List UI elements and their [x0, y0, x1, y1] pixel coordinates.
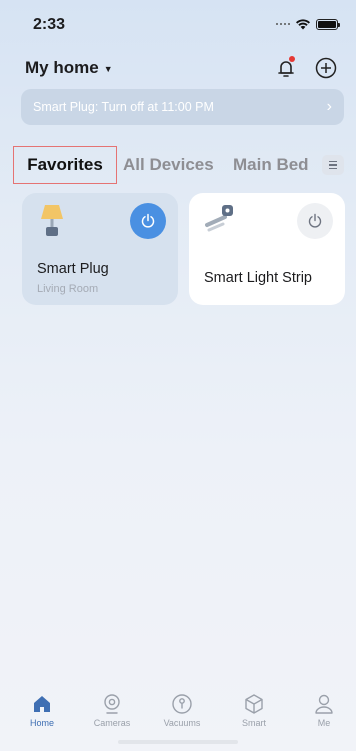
device-room: Living Room: [37, 283, 99, 295]
nav-cameras[interactable]: Cameras: [82, 693, 142, 728]
notification-dot: [289, 56, 295, 62]
wifi-icon: [296, 19, 310, 30]
home-selector[interactable]: My home ▼: [25, 58, 113, 78]
device-card-smart-plug[interactable]: Smart Plug Living Room: [22, 193, 178, 305]
light-strip-icon: [205, 205, 233, 232]
device-name: Smart Light Strip: [204, 270, 312, 286]
cube-icon: [245, 694, 263, 714]
lamp-icon: [41, 205, 63, 236]
tabs-menu-button[interactable]: [322, 155, 344, 175]
schedule-banner[interactable]: Smart Plug: Turn off at 11:00 PM ›: [21, 89, 344, 125]
device-card-smart-light-strip[interactable]: Smart Light Strip: [189, 193, 345, 305]
camera-icon: [104, 694, 120, 714]
status-icons: [276, 18, 340, 30]
caret-down-icon: ▼: [103, 64, 113, 74]
status-bar: 2:33: [0, 0, 356, 44]
notifications-button[interactable]: [274, 56, 298, 80]
plus-circle-icon: [315, 57, 337, 79]
nav-label: Home: [29, 718, 54, 728]
add-device-button[interactable]: [314, 56, 338, 80]
power-toggle-smart-light-strip[interactable]: [297, 203, 333, 239]
nav-home[interactable]: Home: [12, 693, 72, 728]
power-icon: [308, 213, 322, 228]
nav-label: Smart: [241, 718, 266, 728]
home-icon: [34, 696, 50, 712]
home-title: My home: [25, 58, 99, 77]
banner-text: Smart Plug: Turn off at 11:00 PM: [33, 100, 214, 114]
device-name: Smart Plug: [37, 261, 109, 277]
chevron-right-icon: ›: [326, 98, 332, 115]
tab-favorites[interactable]: Favorites: [13, 146, 117, 184]
nav-label: Vacuums: [163, 718, 201, 728]
header: My home ▼: [25, 56, 338, 82]
home-indicator: [118, 740, 238, 744]
power-icon: [141, 213, 155, 228]
power-toggle-smart-plug[interactable]: [130, 203, 166, 239]
status-time: 2:33: [33, 16, 66, 33]
cellular-icon: [276, 23, 290, 25]
vacuum-icon: [172, 694, 192, 714]
nav-label: Cameras: [93, 718, 131, 728]
nav-me[interactable]: Me: [294, 693, 354, 728]
tab-all-devices[interactable]: All Devices: [123, 146, 214, 184]
nav-vacuums[interactable]: Vacuums: [152, 693, 212, 728]
nav-label: Me: [317, 718, 331, 728]
nav-smart[interactable]: Smart: [224, 693, 284, 728]
battery-icon: [316, 18, 340, 30]
tab-main-bed[interactable]: Main Bed: [233, 146, 309, 184]
room-tabs: Favorites All Devices Main Bed: [13, 146, 348, 184]
person-icon: [315, 694, 333, 714]
